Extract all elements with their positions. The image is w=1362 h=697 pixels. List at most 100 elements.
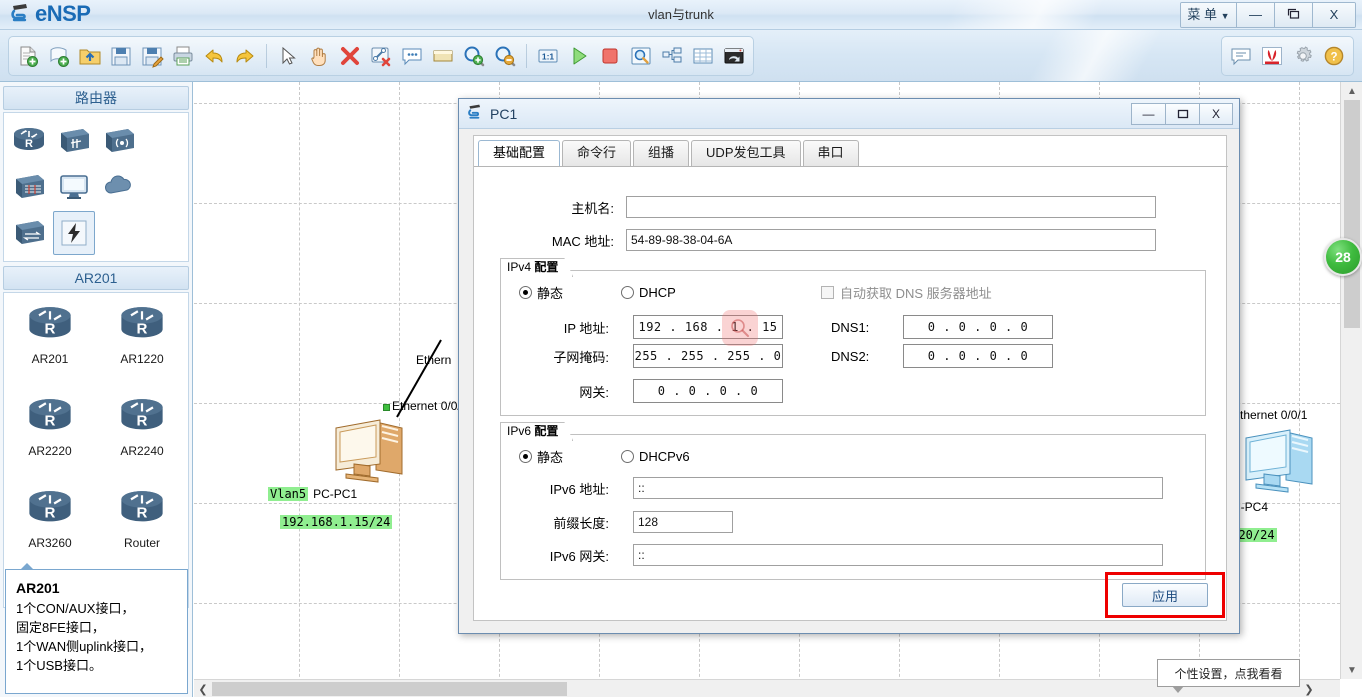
dns2-input[interactable]: 0 . 0 . 0 . 0: [903, 344, 1053, 368]
save-as-icon[interactable]: [138, 42, 166, 70]
minimize-button[interactable]: —: [1237, 3, 1275, 27]
ipv6-mode-static-radio[interactable]: 静态: [519, 447, 563, 466]
dialog-minimize-button[interactable]: —: [1131, 102, 1165, 125]
device-item-ar2240[interactable]: R AR2240: [100, 395, 184, 487]
console-icon[interactable]: [720, 42, 748, 70]
scroll-down-arrow-icon[interactable]: ▼: [1341, 661, 1362, 679]
gateway-input[interactable]: 0 . 0 . 0 . 0: [633, 379, 783, 403]
device-tooltip-line: 固定8FE接口，: [16, 620, 105, 635]
zoom-reset-icon[interactable]: 1:1: [534, 42, 562, 70]
dialog-maximize-button[interactable]: [1165, 102, 1199, 125]
scroll-left-arrow-icon[interactable]: ❮: [194, 680, 212, 697]
maximize-icon: [1177, 109, 1188, 118]
menu-button[interactable]: 菜 单 ▼: [1181, 3, 1237, 27]
delete-icon[interactable]: [336, 42, 364, 70]
cloud-icon[interactable]: [98, 165, 140, 209]
toolbar-left-group: 1:1: [8, 36, 754, 76]
canvas-vertical-scrollbar[interactable]: ▲ ▼: [1340, 82, 1362, 679]
tab-udp-tool[interactable]: UDP发包工具: [691, 140, 801, 166]
capture-packet-icon[interactable]: [627, 42, 655, 70]
grid-icon[interactable]: [689, 42, 717, 70]
start-all-icon[interactable]: [565, 42, 593, 70]
firewall-icon[interactable]: [8, 165, 50, 209]
ipv6-mode-dhcpv6-radio[interactable]: DHCPv6: [621, 449, 690, 464]
toolbar-separator: [526, 44, 527, 68]
ipv6-address-input[interactable]: [633, 477, 1163, 499]
ip-address-input[interactable]: 192 . 168 . 1 . 15: [633, 315, 783, 339]
tab-multicast[interactable]: 组播: [633, 140, 690, 166]
help-icon[interactable]: ?: [1320, 42, 1348, 70]
apply-button[interactable]: 应用: [1122, 583, 1208, 607]
grid-line: [399, 82, 400, 697]
ipv4-mode-dhcp-radio[interactable]: DHCP: [621, 285, 676, 300]
dialog-tabs: 基础配置 命令行 组播 UDP发包工具 串口: [474, 140, 861, 166]
device-tooltip-title: AR201: [16, 580, 60, 596]
device-item-ar201[interactable]: R AR201: [8, 303, 92, 395]
dialog-close-button[interactable]: X: [1199, 102, 1233, 125]
endpoint-icon[interactable]: [53, 165, 95, 209]
wlan-icon[interactable]: [98, 119, 140, 163]
select-pointer-icon[interactable]: [274, 42, 302, 70]
ipv4-mode-static-radio[interactable]: 静态: [519, 283, 563, 302]
prefix-length-input[interactable]: [633, 511, 733, 533]
notification-badge[interactable]: 28: [1324, 238, 1362, 276]
undo-icon[interactable]: [200, 42, 228, 70]
tab-command-line[interactable]: 命令行: [562, 140, 632, 166]
feedback-icon[interactable]: [1227, 42, 1255, 70]
stop-all-icon[interactable]: [596, 42, 624, 70]
settings-gear-icon[interactable]: [1289, 42, 1317, 70]
save-icon[interactable]: [107, 42, 135, 70]
pan-hand-icon[interactable]: [305, 42, 333, 70]
device-item-ar2220[interactable]: R AR2220: [8, 395, 92, 487]
auto-dns-checkbox[interactable]: 自动获取 DNS 服务器地址: [821, 283, 992, 302]
svg-text:?: ?: [1330, 51, 1337, 63]
ipv6-dhcpv6-label: DHCPv6: [639, 449, 690, 464]
topology-tree-icon[interactable]: [658, 42, 686, 70]
node-pc-pc4[interactable]: Ethernet 0/0/1 PC-PC4 1.20/24: [1222, 408, 1326, 542]
delete-link-icon[interactable]: [367, 42, 395, 70]
scroll-right-arrow-icon[interactable]: ❯: [1300, 680, 1318, 697]
device-connect-icon[interactable]: [53, 211, 95, 255]
huawei-logo-icon[interactable]: [1258, 42, 1286, 70]
new-page-icon[interactable]: [45, 42, 73, 70]
ipv6-gateway-input[interactable]: [633, 544, 1163, 566]
toolbar-separator: [266, 44, 267, 68]
mac-address-input[interactable]: [626, 229, 1156, 251]
redo-icon[interactable]: [231, 42, 259, 70]
device-label: AR3260: [28, 536, 72, 550]
device-item-router[interactable]: R Router: [100, 487, 184, 579]
zoom-out-icon[interactable]: [491, 42, 519, 70]
tab-strip: [474, 166, 1228, 167]
pc1-config-dialog: PC1 — X 基础配置 命令行 组播 UDP发包工具 串口 主机名: MAC …: [458, 98, 1240, 634]
ipv4-dhcp-label: DHCP: [639, 285, 676, 300]
ensp-logo-icon: [10, 2, 32, 26]
subnet-mask-input[interactable]: 255 . 255 . 255 . 0: [633, 344, 783, 368]
personalize-hint-tooltip[interactable]: 个性设置，点我看看: [1157, 659, 1300, 693]
switch-icon[interactable]: [53, 119, 95, 163]
dns1-input[interactable]: 0 . 0 . 0 . 0: [903, 315, 1053, 339]
horizontal-scroll-thumb[interactable]: [212, 682, 567, 696]
new-topology-icon[interactable]: [14, 42, 42, 70]
open-folder-icon[interactable]: [76, 42, 104, 70]
main-toolbar: 1:1 ?: [0, 30, 1362, 82]
zoom-in-icon[interactable]: [460, 42, 488, 70]
sidebar-category-title: 路由器: [3, 86, 189, 110]
print-icon[interactable]: [169, 42, 197, 70]
device-item-ar1220[interactable]: R AR1220: [100, 303, 184, 395]
scroll-up-arrow-icon[interactable]: ▲: [1341, 82, 1362, 100]
tab-basic-config[interactable]: 基础配置: [478, 140, 561, 166]
window-titlebar: vlan与trunk eNSP 菜 单 ▼ — X: [0, 0, 1362, 30]
add-note-icon[interactable]: [398, 42, 426, 70]
tab-serial-port[interactable]: 串口: [802, 140, 859, 166]
vertical-scroll-thumb[interactable]: [1344, 100, 1360, 328]
hostname-input[interactable]: [626, 196, 1156, 218]
close-button[interactable]: X: [1313, 3, 1355, 27]
cursor-highlight-marker: [722, 310, 758, 346]
restore-button[interactable]: [1275, 3, 1313, 27]
router-icon[interactable]: R: [8, 119, 50, 163]
window-title: vlan与trunk: [648, 7, 714, 22]
node-label: PC-PC1: [313, 487, 358, 501]
lanswitch-icon[interactable]: [8, 211, 50, 255]
add-shape-icon[interactable]: [429, 42, 457, 70]
node-pc-pc1[interactable]: Vlan5 PC-PC1 192.168.1.15/24 Ethernet 0/…: [268, 399, 467, 529]
